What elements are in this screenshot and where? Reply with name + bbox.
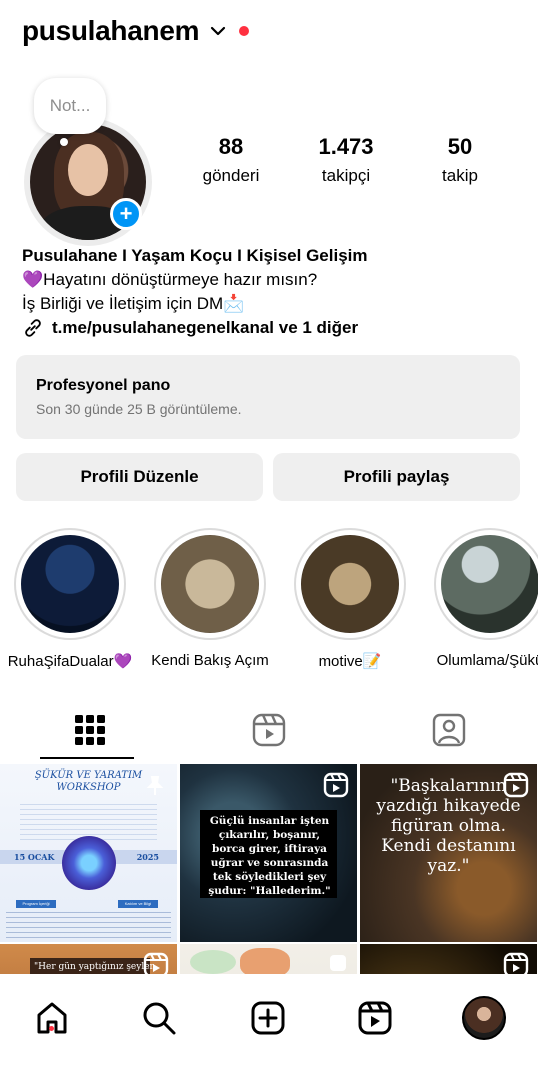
highlight-item[interactable]: Kendi Bakış Açım (151, 528, 269, 669)
profile-header: pusulahanem (22, 12, 250, 50)
post-decoration (240, 948, 290, 974)
share-profile-button[interactable]: Profili paylaş (273, 453, 520, 501)
tab-reels[interactable] (179, 700, 358, 760)
bio-link-text: t.me/pusulahanegenelkanal ve 1 diğer (52, 318, 359, 337)
grid-icon (74, 715, 105, 745)
post-tile[interactable] (180, 944, 357, 974)
highlight-cover (21, 535, 119, 633)
nav-search[interactable] (129, 988, 189, 1048)
post-date: 15 OCAK (14, 852, 55, 862)
reels-icon (252, 713, 285, 747)
note-placeholder: Not... (49, 96, 91, 115)
stat-value: 50 (447, 134, 473, 159)
dashboard-subtitle: Son 30 günde 25 B görüntüleme. (36, 401, 242, 417)
search-icon (143, 1002, 176, 1035)
highlight-label: motive📝 (318, 653, 382, 670)
highlight-label: Kendi Bakış Açım (151, 652, 269, 669)
stat-label: gönderi (202, 166, 260, 185)
bio-link[interactable]: t.me/pusulahanegenelkanal ve 1 diğer (22, 316, 522, 340)
bio-line: İş Birliği ve İletişim için DM📩 (22, 294, 245, 313)
nav-profile[interactable] (454, 988, 514, 1048)
home-notification-dot (49, 1026, 54, 1031)
reel-badge-icon (503, 952, 529, 974)
meditation-figure (62, 836, 116, 890)
nav-reels[interactable] (345, 988, 405, 1048)
highlight-label: RuhaŞifaDualar💜 (7, 653, 133, 670)
note-bubble[interactable]: Not... (34, 78, 106, 134)
create-icon (251, 1001, 285, 1035)
post-text: Güçlü insanlar işten çıkarılır, boşanır,… (208, 815, 331, 897)
bottom-nav (0, 974, 538, 1072)
stat-following[interactable]: 50 takip (405, 134, 515, 186)
profile-avatar-icon (462, 996, 506, 1040)
nav-home[interactable] (22, 988, 82, 1048)
stat-label: takip (442, 166, 478, 185)
edit-profile-button[interactable]: Profili Düzenle (16, 453, 263, 501)
highlight-cover (161, 535, 259, 633)
post-btn-2: Katılım ve Bilgi (118, 900, 158, 908)
reel-badge-icon (323, 772, 349, 798)
stat-posts[interactable]: 88 gönderi (176, 134, 286, 186)
reel-badge-icon (503, 772, 529, 798)
post-footer-lines (6, 912, 171, 940)
post-tile[interactable]: "Her gün yaptığınız şeyler (0, 944, 177, 974)
pin-icon (146, 776, 164, 795)
tab-grid[interactable] (0, 700, 179, 760)
highlight-label: Olumlama/Şükü (436, 652, 538, 669)
add-story-icon[interactable]: + (110, 198, 142, 230)
bio-line: 💜Hayatını dönüştürmeye hazır mısın? (22, 270, 318, 289)
note-tail (60, 138, 68, 146)
bio-name: Pusulahane I Yaşam Koçu I Kişisel Gelişi… (22, 246, 368, 265)
post-year: 2025 (136, 852, 159, 862)
post-tile[interactable]: "Başkalarının yazdığı hikayede figüran o… (360, 764, 537, 942)
reel-badge-icon (143, 952, 169, 974)
post-tile[interactable] (360, 944, 537, 974)
pin-icon (330, 955, 346, 971)
stat-value: 1.473 (318, 134, 374, 159)
post-text: "Her gün yaptığınız şeyler (34, 962, 154, 972)
post-btn-1: Program İçeriği (16, 900, 56, 908)
notification-dot (239, 26, 250, 36)
reels-nav-icon (358, 1001, 392, 1035)
profile-tabs (0, 700, 538, 760)
link-icon (25, 319, 41, 337)
post-tile[interactable]: ŞÜKÜR VE YARATIM WORKSHOP 15 OCAK 2025 P… (0, 764, 177, 942)
post-tile[interactable]: Güçlü insanlar işten çıkarılır, boşanır,… (180, 764, 357, 942)
highlight-item[interactable]: Olumlama/Şükü (434, 528, 538, 669)
stat-label: takipçi (321, 166, 371, 185)
tab-tagged[interactable] (359, 700, 538, 760)
username[interactable]: pusulahanem (22, 15, 199, 47)
stat-value: 88 (218, 134, 244, 159)
highlight-cover (301, 535, 399, 633)
posts-grid: ŞÜKÜR VE YARATIM WORKSHOP 15 OCAK 2025 P… (0, 762, 538, 974)
highlight-item[interactable]: RuhaŞifaDualar💜 (8, 528, 132, 670)
highlight-item[interactable]: motive📝 (294, 528, 406, 670)
active-tab-indicator (40, 757, 134, 759)
dashboard-title: Profesyonel pano (36, 377, 171, 394)
post-decoration (190, 950, 236, 974)
tagged-icon (432, 713, 465, 747)
professional-dashboard[interactable]: Profesyonel pano Son 30 günde 25 B görün… (16, 355, 520, 439)
bio: Pusulahane I Yaşam Koçu I Kişisel Gelişi… (22, 244, 522, 340)
chevron-down-icon[interactable] (209, 22, 227, 40)
highlight-cover (441, 535, 538, 633)
stat-followers[interactable]: 1.473 takipçi (291, 134, 401, 186)
nav-create[interactable] (238, 988, 298, 1048)
